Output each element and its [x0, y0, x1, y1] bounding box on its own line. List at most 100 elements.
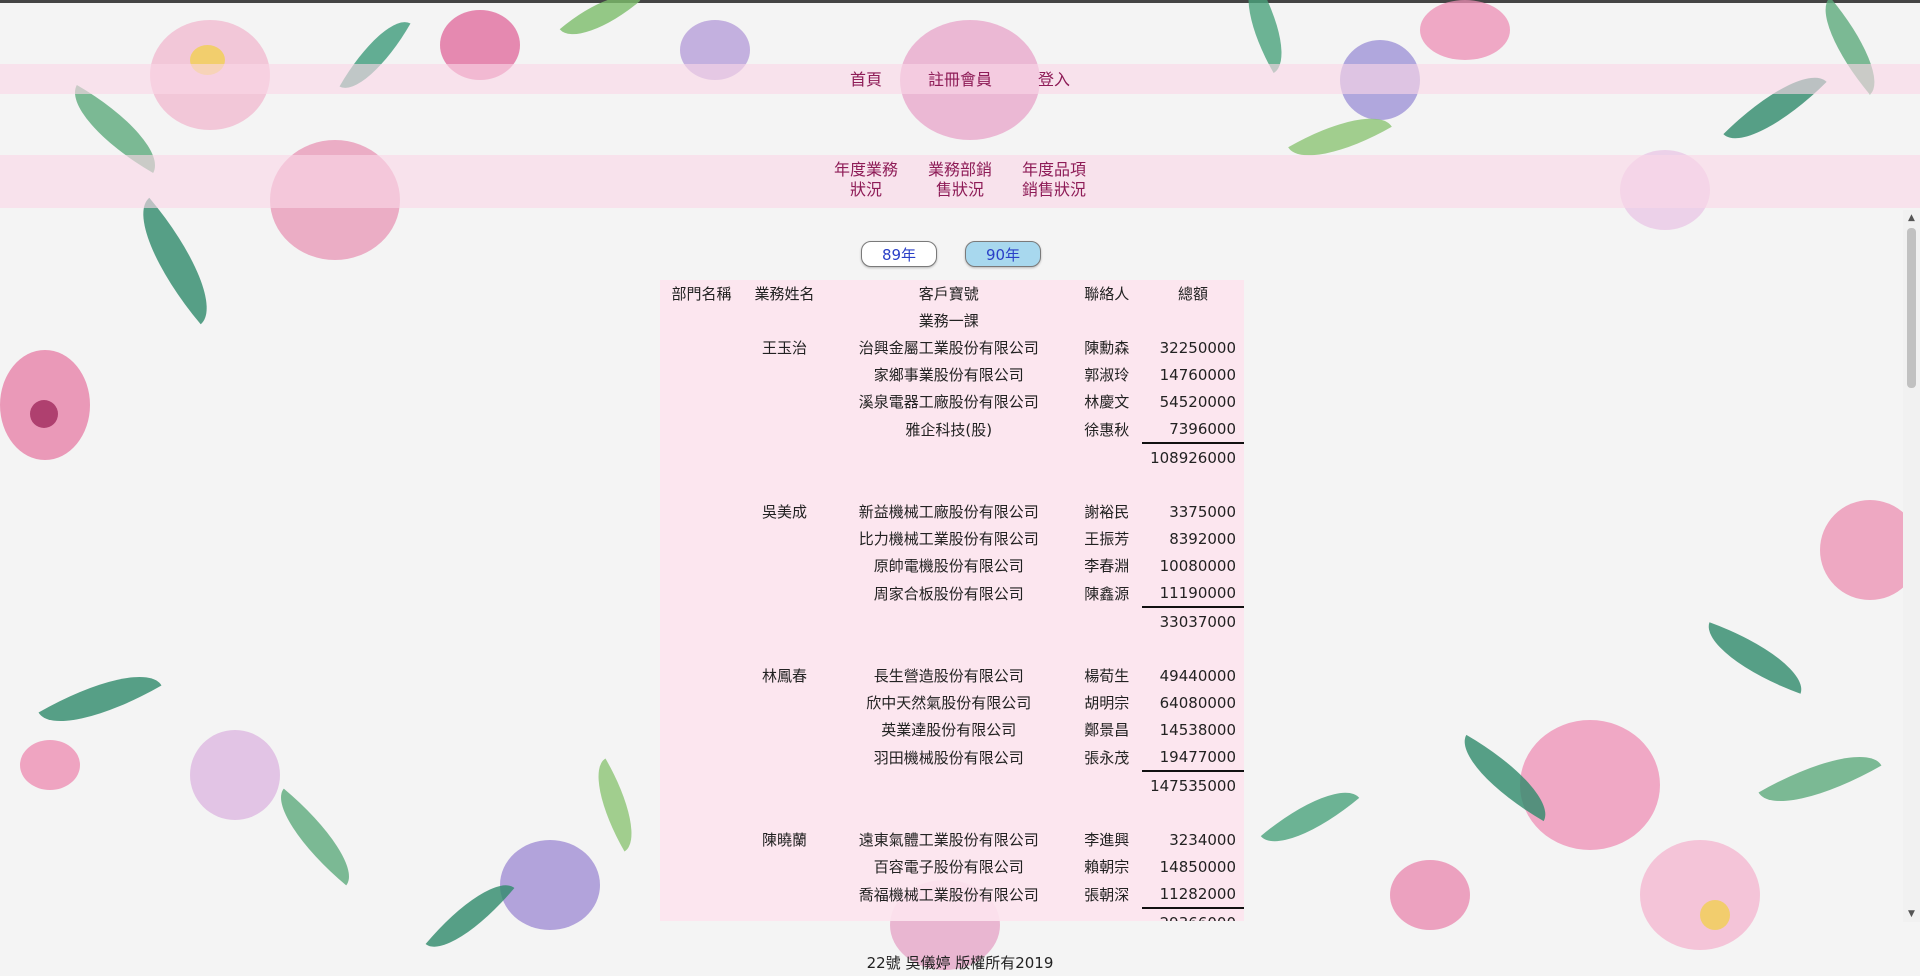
copyright-footer: 22號 吳儀婷 版權所有2019: [866, 954, 1054, 972]
contact-name: 郭淑玲: [1084, 366, 1130, 384]
customer-name: 欣中天然氣股份有限公司: [866, 694, 1032, 712]
contact-name: 賴朝宗: [1084, 858, 1130, 876]
subtotal-row: 108926000: [660, 442, 1244, 471]
amount-value: 8392000: [1169, 529, 1236, 548]
amount-value: 54520000: [1159, 392, 1236, 411]
amount-value: 14760000: [1159, 365, 1236, 384]
nav-annual-item-sales-link[interactable]: 年度品項 銷售狀況: [1022, 160, 1086, 200]
customer-name: 百容電子股份有限公司: [873, 858, 1024, 876]
contact-name: 李進興: [1084, 831, 1130, 849]
table-row: 喬福機械工業股份有限公司 張朝深 11282000: [660, 880, 1244, 908]
contact-name: 李春淵: [1084, 557, 1130, 575]
table-row: 雅企科技(股) 徐惠秋 7396000: [660, 415, 1244, 443]
salesperson-name: 林鳳春: [762, 667, 808, 685]
table-row: 英業達股份有限公司 鄭景昌 14538000: [660, 716, 1244, 743]
nav-annual-item-sales-line2: 銷售狀況: [1022, 180, 1087, 199]
year-90-button[interactable]: 90年: [965, 241, 1041, 267]
page-scrollbar[interactable]: ▲ ▼: [1903, 210, 1920, 922]
subtotal-row: 147535000: [660, 770, 1244, 799]
salesperson-name: 吳美成: [762, 503, 808, 521]
amount-value: 10080000: [1159, 556, 1236, 575]
contact-name: 陳鑫源: [1084, 584, 1130, 603]
header-department: 部門名稱: [671, 285, 732, 303]
customer-name: 遠東氣體工業股份有限公司: [858, 831, 1039, 849]
table-row: 原帥電機股份有限公司 李春淵 10080000: [660, 552, 1244, 579]
nav-register-link[interactable]: 註冊會員: [928, 70, 992, 90]
scroll-down-arrow-icon[interactable]: ▼: [1903, 906, 1920, 922]
subtotal-value: 29366000: [1142, 907, 1244, 921]
salesperson-name: 王玉治: [762, 339, 808, 357]
contact-name: 楊荀生: [1084, 667, 1130, 685]
group-spacer: [660, 471, 1244, 498]
customer-name: 比力機械工業股份有限公司: [858, 530, 1039, 548]
contact-name: 張朝深: [1084, 885, 1130, 904]
customer-name: 溪泉電器工廠股份有限公司: [858, 393, 1039, 411]
table-row: 陳曉蘭 遠東氣體工業股份有限公司 李進興 3234000: [660, 826, 1244, 853]
customer-name: 周家合板股份有限公司: [873, 584, 1024, 603]
nav-department-sales-line1: 業務部銷: [928, 160, 993, 179]
contact-name: 王振芳: [1084, 530, 1130, 548]
nav-annual-business-line1: 年度業務: [834, 160, 899, 179]
subtotal-value: 147535000: [1142, 770, 1244, 799]
year-89-button[interactable]: 89年: [861, 241, 937, 267]
table-row: 比力機械工業股份有限公司 王振芳 8392000: [660, 525, 1244, 552]
subtotal-row: 29366000: [660, 907, 1244, 921]
amount-value: 3375000: [1169, 502, 1236, 521]
subtotal-value: 33037000: [1142, 606, 1244, 635]
table-row: 百容電子股份有限公司 賴朝宗 14850000: [660, 853, 1244, 880]
amount-value: 64080000: [1159, 693, 1236, 712]
table-row: 周家合板股份有限公司 陳鑫源 11190000: [660, 579, 1244, 607]
header-customer: 客戶寶號: [918, 285, 979, 303]
customer-name: 羽田機械股份有限公司: [873, 748, 1024, 767]
amount-value: 14538000: [1159, 720, 1236, 739]
nav-home-link[interactable]: 首頁: [850, 70, 882, 90]
customer-name: 治興金屬工業股份有限公司: [858, 339, 1039, 357]
table-row: 家鄉事業股份有限公司 郭淑玲 14760000: [660, 361, 1244, 388]
subtotal-value: 108926000: [1142, 442, 1244, 471]
group-spacer: [660, 635, 1244, 662]
header-salesperson: 業務姓名: [754, 285, 815, 303]
table-row: 欣中天然氣股份有限公司 胡明宗 64080000: [660, 689, 1244, 716]
amount-value: 7396000: [1169, 419, 1236, 438]
nav-annual-item-sales-line1: 年度品項: [1022, 160, 1087, 179]
header-total: 總額: [1178, 285, 1209, 303]
contact-name: 胡明宗: [1084, 694, 1130, 712]
sales-report-panel: 部門名稱 業務姓名 客戶寶號 聯絡人 總額 業務一課 王玉治 治興金屬工業股份有…: [660, 280, 1244, 921]
salesperson-name: 陳曉蘭: [762, 831, 808, 849]
amount-value: 11190000: [1159, 583, 1236, 602]
customer-name: 雅企科技(股): [905, 420, 993, 439]
scroll-up-arrow-icon[interactable]: ▲: [1903, 210, 1920, 226]
nav-annual-business-link[interactable]: 年度業務 狀況: [834, 160, 898, 200]
table-row: 吳美成 新益機械工廠股份有限公司 謝裕民 3375000: [660, 498, 1244, 525]
contact-name: 謝裕民: [1084, 503, 1130, 521]
header-contact: 聯絡人: [1084, 285, 1130, 303]
contact-name: 林慶文: [1084, 393, 1130, 411]
contact-name: 徐惠秋: [1084, 420, 1130, 439]
customer-name: 喬福機械工業股份有限公司: [858, 885, 1039, 904]
amount-value: 19477000: [1159, 747, 1236, 766]
scrollbar-thumb[interactable]: [1907, 228, 1916, 388]
customer-name: 新益機械工廠股份有限公司: [858, 503, 1039, 521]
amount-value: 11282000: [1159, 884, 1236, 903]
contact-name: 陳勳森: [1084, 339, 1130, 357]
amount-value: 49440000: [1159, 666, 1236, 685]
customer-name: 家鄉事業股份有限公司: [873, 366, 1024, 384]
table-header-row: 部門名稱 業務姓名 客戶寶號 聯絡人 總額: [660, 280, 1244, 307]
amount-value: 14850000: [1159, 857, 1236, 876]
table-row: 羽田機械股份有限公司 張永茂 19477000: [660, 743, 1244, 771]
department-name: 業務一課: [918, 312, 979, 330]
department-row: 業務一課: [660, 307, 1244, 334]
customer-name: 英業達股份有限公司: [881, 721, 1017, 739]
nav-annual-business-line2: 狀況: [850, 180, 883, 199]
table-row: 林鳳春 長生營造股份有限公司 楊荀生 49440000: [660, 662, 1244, 689]
group-spacer: [660, 799, 1244, 826]
subtotal-row: 33037000: [660, 606, 1244, 635]
nav-department-sales-line2: 售狀況: [936, 180, 985, 199]
amount-value: 32250000: [1159, 338, 1236, 357]
nav-department-sales-link[interactable]: 業務部銷 售狀況: [928, 160, 992, 200]
amount-value: 3234000: [1169, 830, 1236, 849]
customer-name: 長生營造股份有限公司: [873, 667, 1024, 685]
contact-name: 張永茂: [1084, 748, 1130, 767]
nav-login-link[interactable]: 登入: [1038, 70, 1070, 90]
table-row: 王玉治 治興金屬工業股份有限公司 陳勳森 32250000: [660, 334, 1244, 361]
